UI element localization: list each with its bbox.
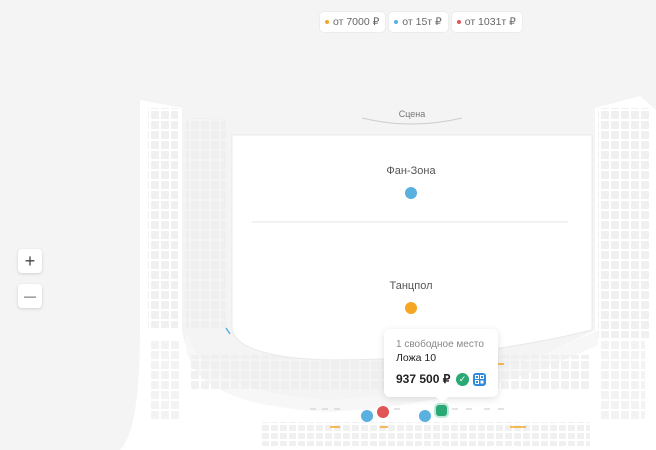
check-icon: ✓ bbox=[456, 372, 469, 386]
availability-text: 1 свободное место bbox=[396, 339, 484, 350]
box-marker-blue-right[interactable] bbox=[419, 410, 431, 422]
price-legend: от 7000 ₽ от 15т ₽ от 1031т ₽ bbox=[320, 12, 522, 32]
box-marker-red[interactable] bbox=[377, 406, 389, 418]
left-stand bbox=[148, 108, 226, 328]
minus-icon: — bbox=[24, 289, 36, 303]
plus-icon: + bbox=[24, 250, 36, 271]
box-tooltip: 1 свободное место Ложа 10 937 500 ₽ ✓ bbox=[384, 329, 498, 403]
orange-dot-icon bbox=[325, 20, 329, 24]
legend-item-red[interactable]: от 1031т ₽ bbox=[451, 12, 522, 32]
box-marker-selected[interactable] bbox=[436, 405, 447, 416]
box-price: 937 500 ₽ bbox=[396, 372, 451, 386]
red-dot-icon bbox=[456, 20, 461, 24]
box-marker-blue-left[interactable] bbox=[361, 410, 373, 422]
box-name: Ложа 10 bbox=[396, 352, 437, 364]
legend-label: от 7000 ₽ bbox=[333, 16, 380, 28]
fanzone-label: Фан-Зона bbox=[386, 165, 436, 177]
legend-label: от 1031т ₽ bbox=[464, 16, 516, 28]
legend-label: от 15т ₽ bbox=[402, 16, 442, 28]
right-stand bbox=[598, 108, 650, 338]
fanzone-marker[interactable] bbox=[405, 187, 417, 199]
zoom-out-button[interactable]: — bbox=[18, 284, 42, 308]
blue-dot-icon bbox=[394, 20, 399, 24]
zoom-in-button[interactable]: + bbox=[18, 249, 42, 273]
stage-label: Сцена bbox=[398, 109, 426, 119]
dancefloor-label: Танцпол bbox=[389, 280, 433, 292]
legend-item-orange[interactable]: от 7000 ₽ bbox=[320, 12, 386, 32]
venue-map bbox=[120, 96, 656, 450]
legend-item-blue[interactable]: от 15т ₽ bbox=[389, 12, 448, 32]
qr-icon bbox=[473, 372, 486, 386]
dancefloor-marker[interactable] bbox=[405, 302, 417, 314]
